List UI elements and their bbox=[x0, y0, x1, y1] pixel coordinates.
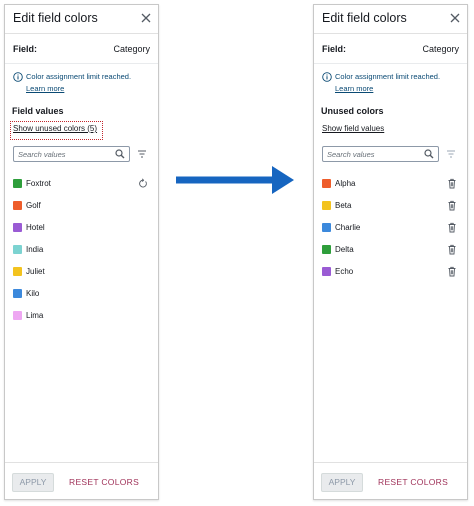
list-item[interactable]: Juliet bbox=[5, 263, 158, 281]
list-item[interactable]: Echo bbox=[314, 263, 467, 281]
panel-footer: APPLY RESET COLORS bbox=[5, 462, 158, 500]
trash-icon[interactable] bbox=[447, 222, 457, 233]
filter-icon[interactable] bbox=[137, 149, 147, 159]
list-item[interactable]: Lima bbox=[5, 307, 158, 325]
panel-title: Edit field colors bbox=[13, 11, 98, 25]
section-title: Unused colors bbox=[321, 106, 384, 116]
search-icon[interactable] bbox=[424, 149, 434, 159]
item-label: Foxtrot bbox=[26, 179, 51, 188]
color-swatch bbox=[13, 245, 22, 254]
item-label: India bbox=[26, 245, 44, 254]
list-item[interactable]: Kilo bbox=[5, 285, 158, 303]
show-unused-colors-link[interactable]: Show unused colors (5) bbox=[13, 124, 97, 133]
search-field[interactable] bbox=[322, 146, 439, 162]
color-swatch bbox=[13, 201, 22, 210]
list-item[interactable]: Foxtrot bbox=[5, 175, 158, 193]
item-label: Juliet bbox=[26, 267, 45, 276]
trash-icon[interactable] bbox=[447, 200, 457, 211]
search-input[interactable] bbox=[18, 149, 108, 160]
filter-icon[interactable] bbox=[446, 149, 456, 159]
learn-more-link[interactable]: Learn more bbox=[26, 84, 64, 93]
item-label: Hotel bbox=[26, 223, 45, 232]
item-label: Alpha bbox=[335, 179, 356, 188]
learn-more-link[interactable]: Learn more bbox=[335, 84, 373, 93]
panel-header: Edit field colors bbox=[314, 5, 467, 34]
apply-button[interactable]: APPLY bbox=[12, 473, 54, 492]
color-swatch bbox=[322, 179, 331, 188]
search-field[interactable] bbox=[13, 146, 130, 162]
color-swatch bbox=[13, 267, 22, 276]
color-swatch bbox=[322, 201, 331, 210]
show-field-values-link[interactable]: Show field values bbox=[322, 124, 384, 133]
panel-header: Edit field colors bbox=[5, 5, 158, 34]
list-item[interactable]: India bbox=[5, 241, 158, 259]
field-value: Category bbox=[422, 44, 459, 54]
limit-message: Color assignment limit reached. bbox=[335, 72, 441, 81]
color-swatch bbox=[13, 179, 22, 188]
panel-title: Edit field colors bbox=[322, 11, 407, 25]
edit-field-colors-panel-field-values: Edit field colors Field: Category Color … bbox=[4, 4, 159, 500]
limit-message: Color assignment limit reached. bbox=[26, 72, 132, 81]
close-icon[interactable] bbox=[140, 12, 152, 24]
reset-icon[interactable] bbox=[138, 178, 148, 189]
item-label: Beta bbox=[335, 201, 352, 210]
item-label: Kilo bbox=[26, 289, 40, 298]
field-label: Field: bbox=[322, 44, 346, 54]
list-item[interactable]: Delta bbox=[314, 241, 467, 259]
edit-field-colors-panel-unused-colors: Edit field colors Field: Category Color … bbox=[313, 4, 468, 500]
search-input[interactable] bbox=[327, 149, 417, 160]
item-label: Golf bbox=[26, 201, 41, 210]
search-icon[interactable] bbox=[115, 149, 125, 159]
item-label: Lima bbox=[26, 311, 44, 320]
item-label: Charlie bbox=[335, 223, 361, 232]
item-label: Echo bbox=[335, 267, 354, 276]
panel-footer: APPLY RESET COLORS bbox=[314, 462, 467, 500]
field-row: Field: Category bbox=[314, 35, 467, 64]
list-item[interactable]: Golf bbox=[5, 197, 158, 215]
field-value: Category bbox=[113, 44, 150, 54]
transition-arrow bbox=[176, 166, 294, 194]
trash-icon[interactable] bbox=[447, 244, 457, 255]
color-swatch bbox=[13, 223, 22, 232]
apply-button[interactable]: APPLY bbox=[321, 473, 363, 492]
list-item[interactable]: Alpha bbox=[314, 175, 467, 193]
reset-colors-button[interactable]: RESET COLORS bbox=[69, 477, 139, 487]
reset-colors-button[interactable]: RESET COLORS bbox=[378, 477, 448, 487]
color-swatch bbox=[13, 289, 22, 298]
list-item[interactable]: Hotel bbox=[5, 219, 158, 237]
color-swatch bbox=[322, 223, 331, 232]
field-label: Field: bbox=[13, 44, 37, 54]
color-swatch bbox=[13, 311, 22, 320]
trash-icon[interactable] bbox=[447, 266, 457, 277]
field-row: Field: Category bbox=[5, 35, 158, 64]
info-icon bbox=[13, 72, 23, 82]
close-icon[interactable] bbox=[449, 12, 461, 24]
list-item[interactable]: Beta bbox=[314, 197, 467, 215]
color-swatch bbox=[322, 245, 331, 254]
trash-icon[interactable] bbox=[447, 178, 457, 189]
color-swatch bbox=[322, 267, 331, 276]
info-icon bbox=[322, 72, 332, 82]
section-title: Field values bbox=[12, 106, 64, 116]
item-label: Delta bbox=[335, 245, 354, 254]
list-item[interactable]: Charlie bbox=[314, 219, 467, 237]
